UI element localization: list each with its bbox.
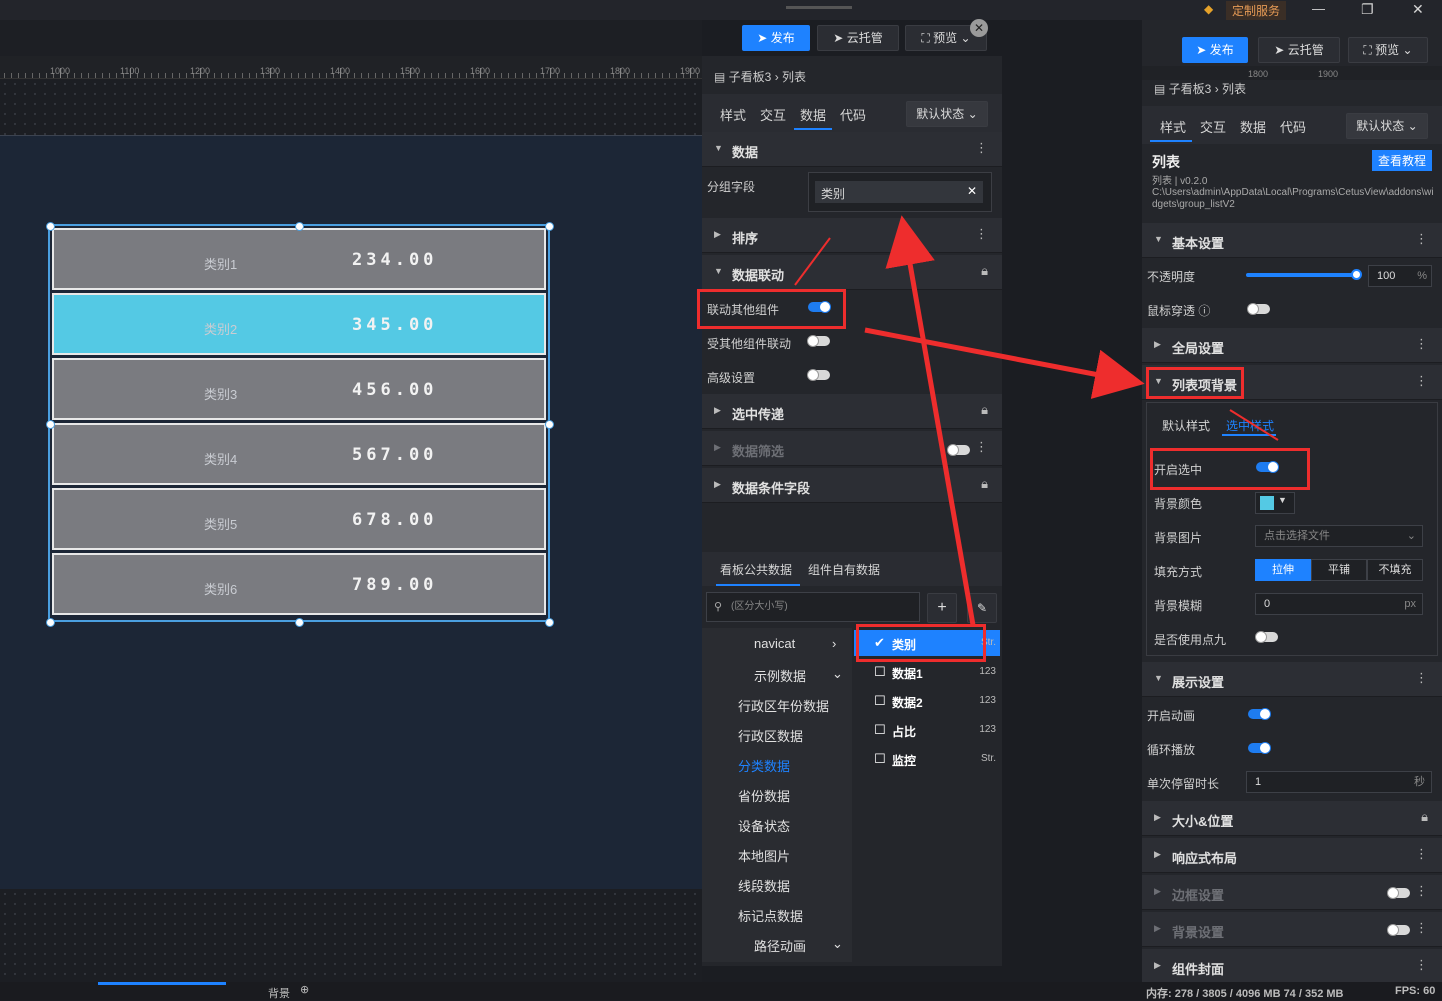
arrow-to-list-bg: [864, 327, 1145, 399]
arrow-to-group-field: [885, 215, 976, 626]
arrow-line: [1229, 409, 1279, 441]
arrow-line: [794, 237, 831, 286]
annotation-arrows: [794, 215, 1279, 626]
